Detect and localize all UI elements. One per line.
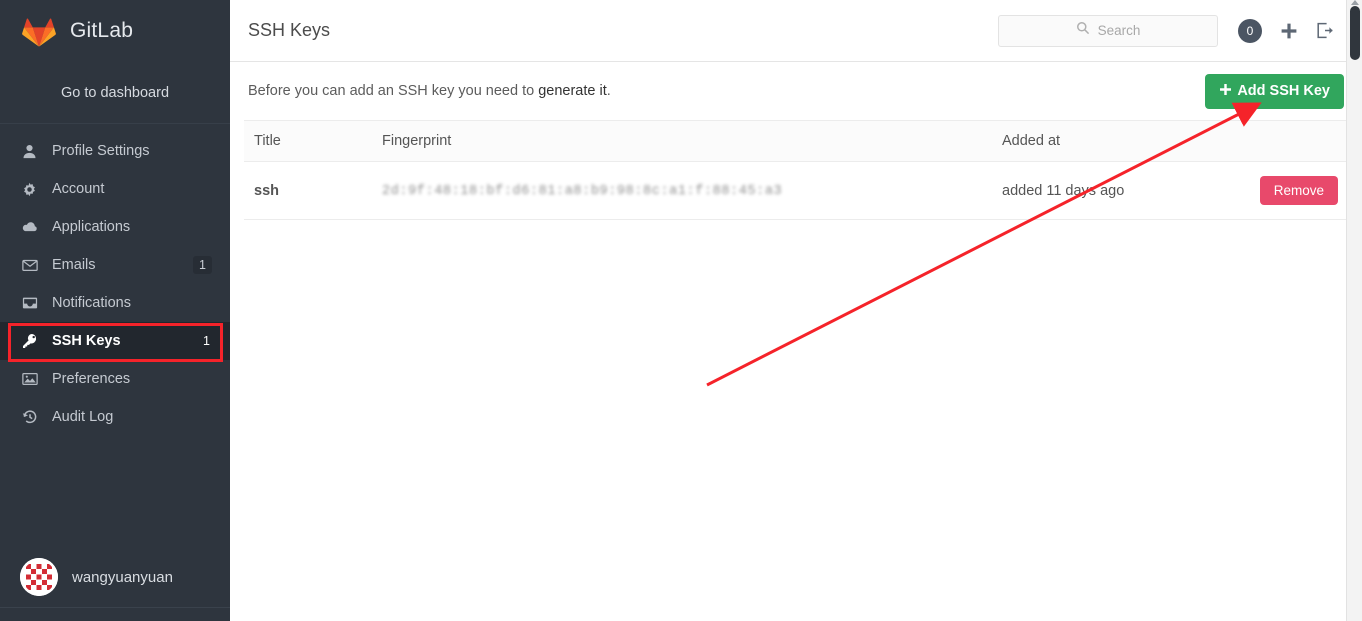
main-area: SSH Keys Search 0 Before you can add an …	[230, 0, 1362, 621]
remove-key-button[interactable]: Remove	[1259, 176, 1338, 205]
table-header-row: Title Fingerprint Added at	[244, 120, 1348, 162]
user-icon	[22, 144, 44, 159]
notice-prefix: Before you can add an SSH key you need t…	[248, 83, 539, 99]
ssh-keys-table: Title Fingerprint Added at ssh 2d:9f:48:…	[244, 120, 1348, 220]
key-icon	[22, 333, 44, 349]
cell-key-title: ssh	[244, 161, 372, 220]
envelope-icon	[22, 257, 44, 273]
sidebar-user[interactable]: wangyuanyuan	[0, 549, 230, 605]
cell-key-actions: Remove	[1208, 161, 1348, 220]
sidebar-item-label: Audit Log	[52, 409, 114, 425]
identicon-avatar	[20, 558, 58, 596]
fingerprint-redacted-text: 2d:9f:48:18:bf:d6:81:a8:b9:98:8c:a1:f:88…	[382, 184, 783, 199]
column-header-actions	[1208, 120, 1348, 162]
add-ssh-key-label: Add SSH Key	[1237, 83, 1330, 99]
sidebar-item-profile-settings[interactable]: Profile Settings	[0, 132, 230, 170]
sidebar-item-label: Preferences	[52, 371, 131, 387]
generate-it-link[interactable]: generate it	[538, 83, 607, 99]
content-area: Before you can add an SSH key you need t…	[230, 62, 1362, 220]
vertical-scrollbar[interactable]	[1346, 0, 1362, 621]
sidebar-item-badge: 1	[193, 256, 212, 274]
plus-icon[interactable]	[1280, 22, 1298, 40]
sidebar-item-label: SSH Keys	[52, 333, 121, 349]
column-header-title: Title	[244, 120, 372, 162]
sidebar-item-ssh-keys[interactable]: SSH Keys 1	[0, 322, 230, 360]
gear-icon	[22, 182, 44, 197]
plus-icon	[1219, 83, 1232, 100]
notice-row: Before you can add an SSH key you need t…	[244, 62, 1348, 120]
gitlab-tanuki-icon	[22, 14, 56, 48]
sidebar-item-notifications[interactable]: Notifications	[0, 284, 230, 322]
sidebar-item-account[interactable]: Account	[0, 170, 230, 208]
column-header-added-at: Added at	[992, 120, 1208, 162]
notice-suffix: .	[606, 83, 611, 99]
top-icon-group: 0	[1238, 18, 1334, 43]
scroll-up-arrow-icon[interactable]	[1351, 0, 1359, 5]
table-row: ssh 2d:9f:48:18:bf:d6:81:a8:b9:98:8c:a1:…	[244, 161, 1348, 220]
gitlab-profile-page: GitLab Go to dashboard Profile Settings	[0, 0, 1362, 621]
sidebar-item-badge: 1	[203, 334, 210, 348]
cloud-icon	[22, 219, 44, 235]
cell-key-fingerprint: 2d:9f:48:18:bf:d6:81:a8:b9:98:8c:a1:f:88…	[372, 161, 992, 220]
search-icon	[1076, 21, 1090, 40]
sidebar-bottom-strip	[0, 607, 230, 621]
add-ssh-key-button[interactable]: Add SSH Key	[1205, 73, 1344, 109]
page-title: SSH Keys	[248, 20, 331, 40]
sidebar-item-emails[interactable]: Emails 1	[0, 246, 230, 284]
sidebar-item-applications[interactable]: Applications	[0, 208, 230, 246]
brand-name: GitLab	[70, 19, 134, 42]
history-icon	[22, 409, 44, 425]
sidebar-item-preferences[interactable]: Preferences	[0, 360, 230, 398]
scrollbar-thumb[interactable]	[1350, 6, 1360, 60]
todos-count-badge[interactable]: 0	[1238, 18, 1262, 43]
sidebar-item-audit-log[interactable]: Audit Log	[0, 398, 230, 436]
sidebar-item-label: Emails	[52, 257, 96, 273]
sidebar-item-label: Applications	[52, 219, 131, 235]
image-icon	[22, 371, 44, 387]
sidebar-user-name: wangyuanyuan	[72, 568, 173, 586]
sidebar-item-label: Notifications	[52, 295, 131, 311]
search-placeholder: Search	[1097, 23, 1141, 38]
cell-key-added-at: added 11 days ago	[992, 161, 1208, 220]
sidebar: GitLab Go to dashboard Profile Settings	[0, 0, 230, 621]
notice-text: Before you can add an SSH key you need t…	[248, 83, 1205, 99]
search-input[interactable]: Search	[998, 14, 1218, 47]
sidebar-item-label: Account	[52, 181, 105, 197]
brand-header[interactable]: GitLab	[0, 0, 230, 62]
top-bar: SSH Keys Search 0	[230, 0, 1362, 62]
sidebar-nav: Profile Settings Account Applications Em…	[0, 124, 230, 436]
sign-out-icon[interactable]	[1316, 22, 1334, 39]
column-header-fingerprint: Fingerprint	[372, 120, 992, 162]
go-to-dashboard-link[interactable]: Go to dashboard	[0, 62, 230, 124]
inbox-icon	[22, 295, 44, 311]
sidebar-item-label: Profile Settings	[52, 143, 150, 159]
